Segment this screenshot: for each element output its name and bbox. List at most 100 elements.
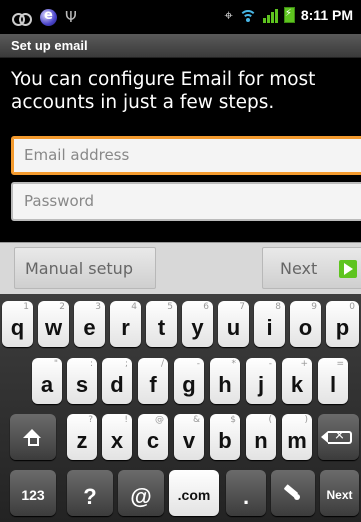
password-field[interactable]: Password (11, 182, 361, 221)
shift-icon (23, 429, 41, 446)
key-r-alt: 4 (131, 302, 137, 312)
key-m[interactable]: ) m (282, 414, 312, 460)
key-x-label: x (110, 428, 124, 453)
key-n-label: n (254, 428, 268, 453)
key-z-label: z (76, 428, 88, 453)
email-field[interactable]: Email address (11, 136, 361, 175)
key-z[interactable]: ? z (67, 414, 97, 460)
period-key-label: . (242, 484, 250, 509)
question-key[interactable]: ? (67, 470, 113, 516)
question-key-label: ? (83, 484, 97, 509)
key-i-alt: 8 (275, 302, 281, 312)
key-o[interactable]: 9o (290, 301, 321, 347)
key-g-alt: - (196, 359, 200, 369)
key-c-label: c (146, 428, 160, 453)
manual-setup-label: Manual setup (25, 259, 133, 278)
action-bar: Manual setup Next (0, 242, 361, 294)
key-l[interactable]: = l (318, 358, 348, 404)
key-y-label: y (191, 315, 204, 340)
page-title: Set up email (11, 38, 88, 53)
key-k-label: k (290, 372, 304, 397)
key-x[interactable]: ! x (102, 414, 132, 460)
period-key[interactable]: . (226, 470, 266, 516)
status-time: 8:11 PM (300, 7, 353, 23)
key-w[interactable]: 2w (38, 301, 69, 347)
key-h[interactable]: * h (210, 358, 240, 404)
key-n[interactable]: (n (246, 414, 276, 460)
key-f-alt: / (160, 359, 164, 369)
key-d-label: d (110, 372, 124, 397)
key-p-label: p (335, 315, 350, 340)
at-key-label: @ (130, 484, 152, 509)
key-u[interactable]: 7u (218, 301, 249, 347)
key-t-alt: 5 (167, 302, 173, 312)
key-w-label: w (44, 315, 63, 340)
settings-key[interactable] (271, 470, 315, 516)
key-e-label: e (83, 315, 96, 340)
key-l-alt: = (336, 359, 344, 369)
key-c[interactable]: @ c (138, 414, 168, 460)
key-p[interactable]: 0p (326, 301, 359, 347)
next-key[interactable]: Next (320, 470, 359, 516)
key-y[interactable]: 6y (182, 301, 213, 347)
key-t[interactable]: 5t (146, 301, 177, 347)
voicemail-icon (12, 12, 32, 26)
key-v[interactable]: & v (174, 414, 204, 460)
key-r[interactable]: 4r (110, 301, 141, 347)
key-b-alt: $ (230, 415, 236, 425)
symbols-key-label: 123 (21, 487, 45, 503)
key-m-label: m (287, 428, 307, 453)
key-h-label: h (218, 372, 232, 397)
key-e-alt: 3 (95, 302, 101, 312)
key-t-label: t (157, 315, 166, 340)
key-i[interactable]: 8i (254, 301, 285, 347)
key-s-label: s (75, 372, 89, 397)
key-u-label: u (226, 315, 241, 340)
app-notification-icon (40, 8, 57, 26)
key-f-label: f (149, 372, 157, 397)
key-j[interactable]: -j (246, 358, 276, 404)
next-label: Next (280, 259, 318, 278)
next-button[interactable]: Next (262, 247, 361, 289)
key-q-alt: 1 (23, 302, 29, 312)
key-p-alt: 0 (349, 302, 355, 312)
usb-icon: Ψ (65, 8, 77, 26)
settings-icon (284, 486, 302, 500)
key-a-alt: " (53, 359, 58, 369)
manual-setup-button[interactable]: Manual setup (14, 247, 156, 289)
signal-icon (262, 8, 278, 23)
key-s[interactable]: :s (67, 358, 97, 404)
key-x-alt: ! (124, 415, 128, 425)
key-d-alt: ; (124, 359, 128, 369)
key-k[interactable]: + k (282, 358, 312, 404)
key-e[interactable]: 3e (74, 301, 105, 347)
key-v-label: v (182, 428, 196, 453)
key-g[interactable]: -g (174, 358, 204, 404)
wifi-icon (238, 8, 257, 22)
dotcom-key-label: .com (177, 487, 211, 503)
symbols-key[interactable]: 123 (10, 470, 56, 516)
key-j-label: j (257, 372, 265, 397)
arrow-right-icon (339, 260, 357, 278)
key-y-alt: 6 (203, 302, 209, 312)
onscreen-keyboard: 1q 2w 3e 4r 5t 6y 7u 8i 9o 0p " a :s ; d /… (0, 294, 361, 522)
key-j-alt: - (268, 359, 272, 369)
backspace-key[interactable] (318, 414, 359, 460)
key-b[interactable]: $ b (210, 414, 240, 460)
dotcom-key[interactable]: .com (169, 470, 219, 516)
backspace-icon (321, 428, 352, 444)
key-g-label: g (182, 372, 196, 397)
key-h-alt: * (231, 359, 237, 369)
key-m-alt: ) (304, 415, 308, 425)
key-d[interactable]: ; d (102, 358, 132, 404)
key-a[interactable]: " a (32, 358, 62, 404)
key-w-alt: 2 (59, 302, 65, 312)
at-key[interactable]: @ (118, 470, 164, 516)
key-f[interactable]: / f (138, 358, 168, 404)
key-v-alt: & (192, 415, 200, 425)
intro-text: You can configure Email for most account… (11, 69, 316, 113)
key-q[interactable]: 1q (2, 301, 33, 347)
key-l-label: l (329, 372, 337, 397)
gps-icon: ⌖ (224, 5, 233, 24)
shift-key[interactable] (10, 414, 56, 460)
